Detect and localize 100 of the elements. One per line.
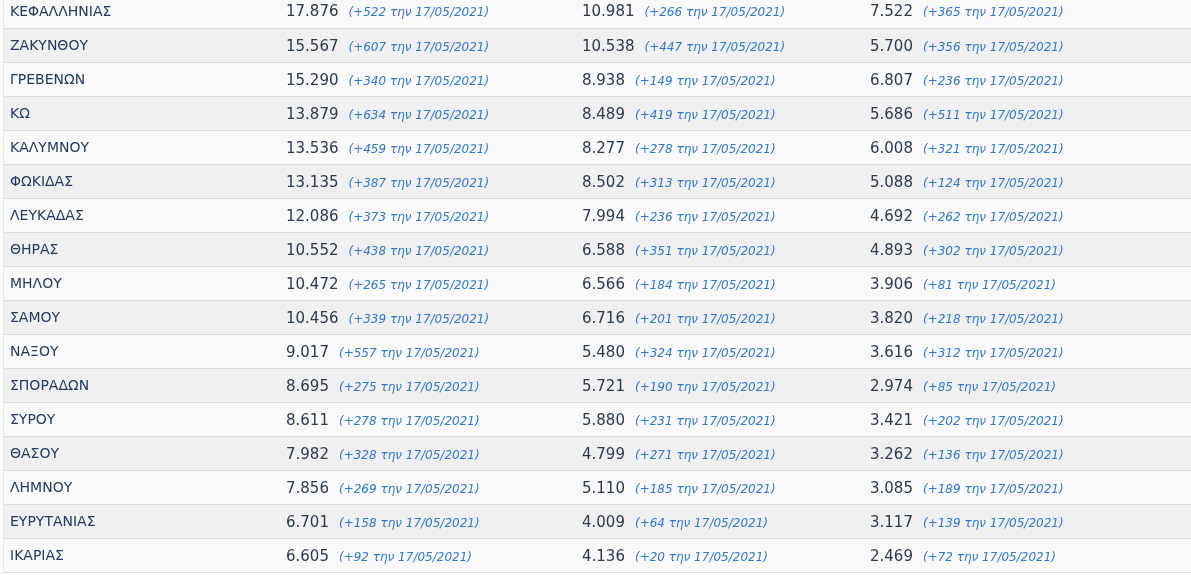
daily-change: (+634 την 17/05/2021)	[348, 107, 490, 122]
daily-change: (+158 την 17/05/2021)	[338, 515, 480, 530]
case-count: 6.588	[582, 240, 625, 259]
daily-change: (+339 την 17/05/2021)	[348, 311, 490, 326]
case-count: 4.136	[582, 546, 625, 565]
daily-change: (+387 την 17/05/2021)	[348, 175, 490, 190]
case-count: 9.017	[286, 342, 329, 361]
case-count: 7.982	[286, 444, 329, 463]
daily-change: (+139 την 17/05/2021)	[922, 515, 1064, 530]
case-count: 7.994	[582, 206, 625, 225]
daily-change: (+269 την 17/05/2021)	[338, 481, 480, 496]
daily-change: (+202 την 17/05/2021)	[922, 413, 1064, 428]
case-count: 13.879	[286, 104, 339, 123]
region-name: ΛΕΥΚΑΔΑΣ	[10, 207, 84, 223]
daily-change: (+149 την 17/05/2021)	[634, 73, 776, 88]
daily-change: (+236 την 17/05/2021)	[922, 73, 1064, 88]
case-count: 5.686	[870, 104, 913, 123]
case-count: 5.700	[870, 36, 913, 55]
case-count: 10.456	[286, 308, 339, 327]
case-count: 10.552	[286, 240, 339, 259]
case-count: 3.085	[870, 478, 913, 497]
case-count: 6.701	[286, 512, 329, 531]
case-count: 5.480	[582, 342, 625, 361]
case-count: 15.290	[286, 70, 339, 89]
daily-change: (+324 την 17/05/2021)	[634, 345, 776, 360]
case-count: 5.880	[582, 410, 625, 429]
daily-change: (+64 την 17/05/2021)	[634, 515, 768, 530]
daily-change: (+189 την 17/05/2021)	[922, 481, 1064, 496]
region-name: ΛΗΜΝΟΥ	[10, 479, 73, 495]
daily-change: (+511 την 17/05/2021)	[922, 107, 1064, 122]
daily-change: (+356 την 17/05/2021)	[922, 39, 1064, 54]
daily-change: (+522 την 17/05/2021)	[348, 5, 490, 20]
case-count: 7.856	[286, 478, 329, 497]
case-count: 6.716	[582, 308, 625, 327]
region-name: ΚΕΦΑΛΛΗΝΙΑΣ	[10, 2, 112, 19]
daily-change: (+351 την 17/05/2021)	[634, 243, 776, 258]
case-count: 4.893	[870, 240, 913, 259]
case-count: 7.522	[870, 2, 913, 21]
daily-change: (+419 την 17/05/2021)	[634, 107, 776, 122]
case-count: 15.567	[286, 36, 339, 55]
daily-change: (+85 την 17/05/2021)	[922, 379, 1056, 394]
case-count: 3.421	[870, 410, 913, 429]
case-count: 2.469	[870, 546, 913, 565]
daily-change: (+72 την 17/05/2021)	[922, 549, 1056, 564]
case-count: 8.938	[582, 70, 625, 89]
case-count: 5.110	[582, 478, 625, 497]
case-count: 13.135	[286, 172, 339, 191]
case-count: 3.117	[870, 512, 913, 531]
region-name: ΝΑΞΟΥ	[10, 343, 59, 359]
region-name: ΚΩ	[10, 105, 30, 121]
daily-change: (+365 την 17/05/2021)	[922, 5, 1064, 20]
daily-change: (+201 την 17/05/2021)	[634, 311, 776, 326]
daily-change: (+190 την 17/05/2021)	[634, 379, 776, 394]
case-count: 12.086	[286, 206, 339, 225]
daily-change: (+124 την 17/05/2021)	[922, 175, 1064, 190]
case-count: 5.721	[582, 376, 625, 395]
daily-change: (+184 την 17/05/2021)	[634, 277, 776, 292]
case-count: 8.502	[582, 172, 625, 191]
daily-change: (+231 την 17/05/2021)	[634, 413, 776, 428]
daily-change: (+557 την 17/05/2021)	[338, 345, 480, 360]
case-count: 2.974	[870, 376, 913, 395]
region-name: ΓΡΕΒΕΝΩΝ	[10, 71, 86, 87]
region-name: ΣΥΡΟΥ	[10, 411, 56, 427]
daily-change: (+278 την 17/05/2021)	[634, 141, 776, 156]
daily-change: (+340 την 17/05/2021)	[348, 73, 490, 88]
daily-change: (+20 την 17/05/2021)	[634, 549, 768, 564]
daily-change: (+81 την 17/05/2021)	[922, 277, 1056, 292]
daily-change: (+265 την 17/05/2021)	[348, 277, 490, 292]
region-name: ΦΩΚΙΔΑΣ	[10, 173, 74, 189]
case-count: 6.008	[870, 138, 913, 157]
daily-change: (+312 την 17/05/2021)	[922, 345, 1064, 360]
region-name: ΘΗΡΑΣ	[10, 241, 59, 257]
daily-change: (+607 την 17/05/2021)	[348, 39, 490, 54]
daily-change: (+321 την 17/05/2021)	[922, 141, 1064, 156]
daily-change: (+275 την 17/05/2021)	[338, 379, 480, 394]
daily-change: (+236 την 17/05/2021)	[634, 209, 776, 224]
case-count: 10.538	[582, 36, 635, 55]
daily-change: (+373 την 17/05/2021)	[348, 209, 490, 224]
daily-change: (+271 την 17/05/2021)	[634, 447, 776, 462]
case-count: 3.906	[870, 274, 913, 293]
daily-change: (+185 την 17/05/2021)	[634, 481, 776, 496]
region-name: ΚΑΛΥΜΝΟΥ	[10, 139, 89, 155]
case-count: 5.088	[870, 172, 913, 191]
region-name: ΖΑΚΥΝΘΟΥ	[10, 37, 88, 53]
case-count: 6.807	[870, 70, 913, 89]
daily-change: (+136 την 17/05/2021)	[922, 447, 1064, 462]
case-count: 8.611	[286, 410, 329, 429]
region-name: ΜΗΛΟΥ	[10, 275, 62, 291]
region-name: ΘΑΣΟΥ	[10, 445, 59, 461]
daily-change: (+266 την 17/05/2021)	[644, 5, 786, 20]
case-count: 8.695	[286, 376, 329, 395]
case-count: 6.605	[286, 546, 329, 565]
case-count: 8.489	[582, 104, 625, 123]
case-count: 4.009	[582, 512, 625, 531]
daily-change: (+302 την 17/05/2021)	[922, 243, 1064, 258]
daily-change: (+313 την 17/05/2021)	[634, 175, 776, 190]
region-name: ΣΑΜΟΥ	[10, 309, 61, 325]
case-count: 3.820	[870, 308, 913, 327]
daily-change: (+262 την 17/05/2021)	[922, 209, 1064, 224]
daily-change: (+218 την 17/05/2021)	[922, 311, 1064, 326]
